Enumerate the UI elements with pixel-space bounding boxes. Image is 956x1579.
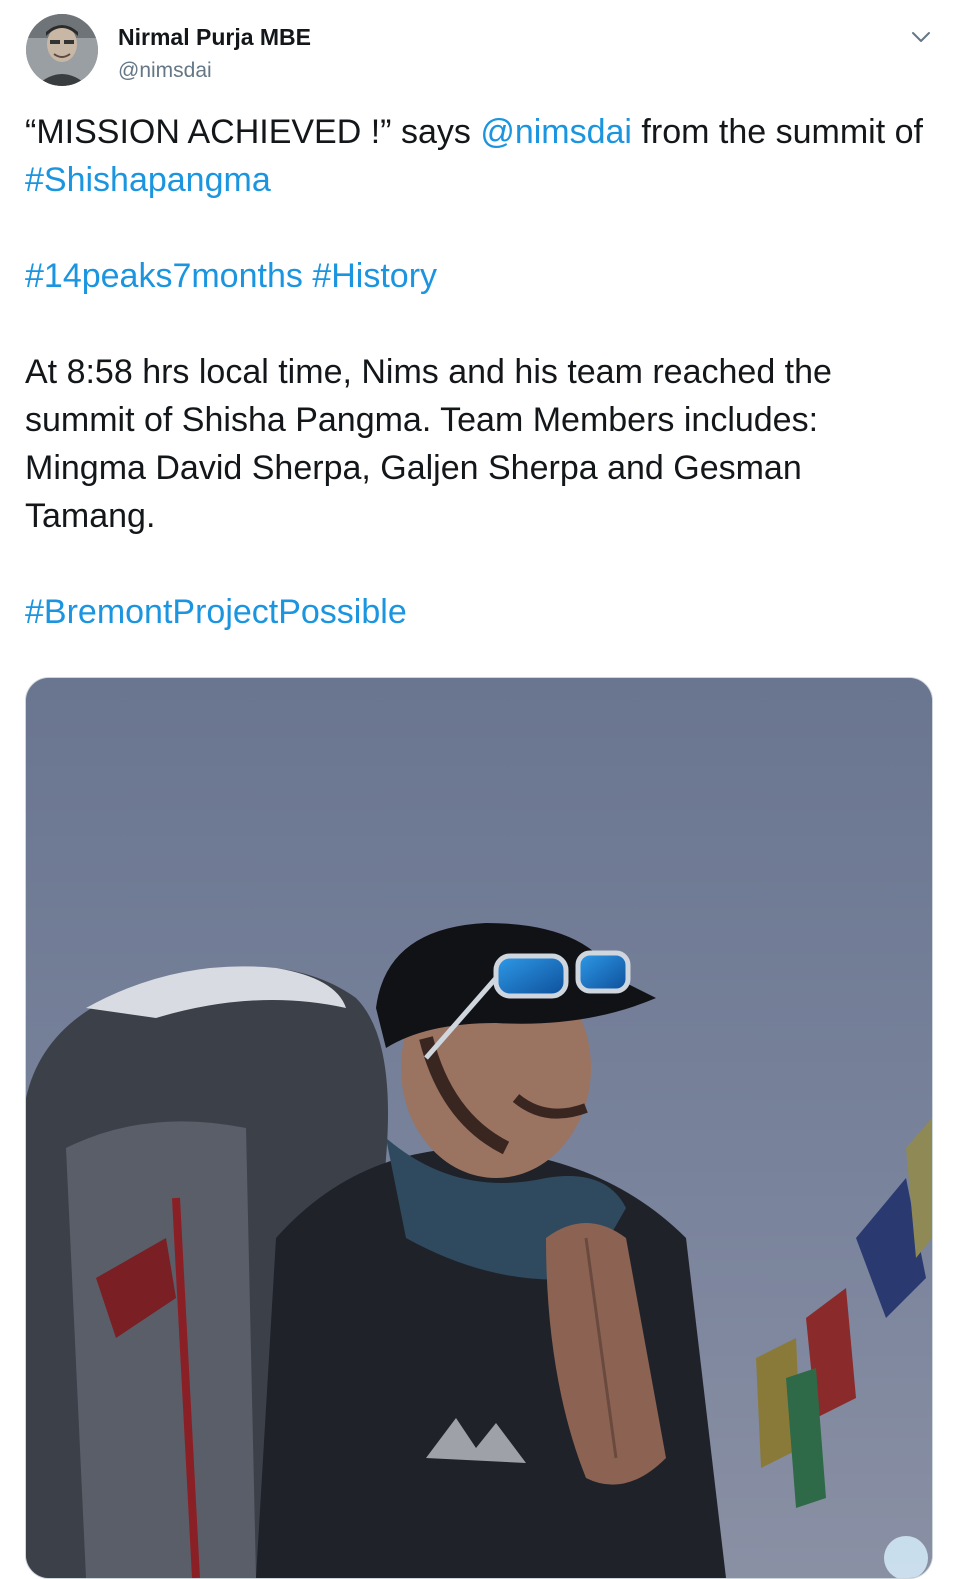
tweet-menu-button[interactable] [906, 22, 936, 52]
tweet-hashtag-bremont: #BremontProjectPossible [25, 588, 925, 636]
tweet-photo[interactable] [25, 677, 933, 1579]
tweet-body: At 8:58 hrs local time, Nims and his tea… [25, 353, 832, 535]
hashtag-link-shishapangma[interactable]: #Shishapangma [25, 161, 271, 199]
avatar[interactable] [26, 14, 98, 86]
tweet-text: “MISSION ACHIEVED !” says @nimsdai from … [25, 108, 925, 636]
hashtag-link-bremontprojectpossible[interactable]: #BremontProjectPossible [25, 593, 407, 631]
hashtag-link-history[interactable]: #History [312, 257, 437, 295]
mention-link[interactable]: @nimsdai [480, 113, 632, 151]
author-info: Nirmal Purja MBE @nimsdai [118, 24, 311, 83]
avatar-image [26, 14, 98, 86]
hashtag-link-14peaks7months[interactable]: #14peaks7months [25, 257, 303, 295]
tweet-text-segment: “MISSION ACHIEVED !” says [25, 113, 481, 151]
author-handle[interactable]: @nimsdai [118, 58, 311, 83]
tweet-hashtags: #14peaks7months #History [25, 252, 925, 300]
summit-photo [26, 678, 932, 1578]
tweet-card: Nirmal Purja MBE @nimsdai “MISSION ACHIE… [0, 0, 956, 1579]
author-display-name[interactable]: Nirmal Purja MBE [118, 24, 311, 52]
tweet-text-segment: from the summit of [631, 113, 923, 151]
tweet-headline: “MISSION ACHIEVED !” says @nimsdai from … [25, 108, 925, 204]
chevron-down-icon [912, 32, 930, 42]
